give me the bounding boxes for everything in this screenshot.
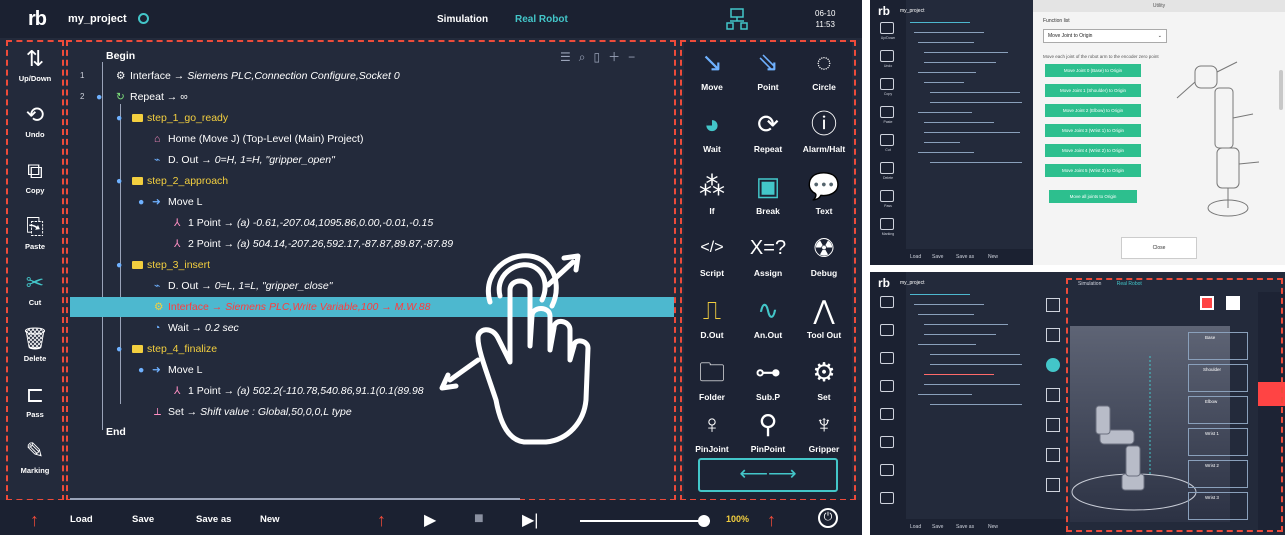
move-joint-base-button[interactable]: Move Joint 0 (Base) to Origin [1045,64,1141,77]
dialog-scrollbar[interactable] [1279,70,1283,110]
simulation-highlight [1066,278,1283,532]
dialog-title: Utility [1033,0,1285,12]
save-button[interactable]: Save [132,514,154,525]
figure-stage: rb my_project Simulation Real Robot 06-1… [0,0,1285,535]
move-joint-wrist3-button[interactable]: Move Joint 5 (Wrist 3) to Origin [1045,164,1141,177]
step-button[interactable]: ▶| [522,510,538,530]
mini-save: Save [932,254,944,260]
close-button[interactable]: Close [1121,237,1197,259]
top-bar: rb my_project Simulation Real Robot 06-1… [0,0,862,38]
function-select[interactable]: Move Joint to Origin ⌄ [1043,29,1167,43]
rb-logo: rb [28,8,47,30]
mini-program-tree [910,284,1040,444]
save-as-button[interactable]: Save as [196,514,231,525]
function-select-value: Move Joint to Origin [1048,33,1093,39]
move-joint-shoulder-button[interactable]: Move Joint 1 (Shoulder) to Origin [1045,84,1141,97]
power-icon: ⏻ [823,511,833,523]
pointer-arrow-icon: ↑ [30,510,39,530]
left-toolbar-highlight [6,40,64,501]
rb-logo: rb [878,4,890,18]
stop-icon: ■ [474,510,484,527]
pointer-arrow-icon: ↑ [377,510,386,530]
mini-bottom-bar: Load Save Save as New [870,249,1040,265]
mini-tool-label: Delete [882,176,894,180]
date-text: 06-10 [815,9,836,18]
time-text: 11:53 [815,20,835,29]
play-icon: ▶ [424,512,437,529]
mini-tool-label: Paste [883,120,893,124]
play-button[interactable]: ▶ [424,510,436,530]
tab-simulation[interactable]: Simulation [437,14,488,25]
mini-tool-label: Up/Down [880,36,896,40]
move-all-joints-button[interactable]: Move all joints to Origin [1049,190,1137,203]
mini-palette [1042,294,1066,518]
utility-dialog: Utility Function list Move Joint to Orig… [1033,0,1285,265]
mini-save-as: Save as [956,524,975,530]
move-joint-wrist2-button[interactable]: Move Joint 4 (Wrist 2) to Origin [1045,144,1141,157]
project-name[interactable]: my_project [68,13,127,25]
datetime: 06-10 11:53 [815,8,835,30]
mini-tool-label: Undo [883,64,893,68]
mini-tool-label: Marking [881,232,895,236]
move-joint-wrist1-button[interactable]: Move Joint 3 (Wrist 1) to Origin [1045,124,1141,137]
utility-screenshot: rb Up/Down Undo Copy Paste Cut Delete Pa… [870,0,1285,265]
speed-slider[interactable] [580,515,710,527]
mini-tool-label: Cut [885,148,891,152]
mini-tool-label: Copy [883,92,893,96]
main-screen: rb my_project Simulation Real Robot 06-1… [0,0,862,535]
move-joint-elbow-button[interactable]: Move Joint 2 (Elbow) to Origin [1045,104,1141,117]
network-icon[interactable] [726,8,748,30]
bottom-bar: Load Save Save as New ▶ ■ ▶| 100% ⏻ [0,500,862,535]
speed-value: 100% [726,514,750,524]
mini-new: New [988,524,999,530]
tree-highlight [66,40,676,501]
simulation-screenshot: rb my_project Simulation Real Robot Base… [870,272,1285,535]
mini-left-toolbar: rb Up/Down Undo Copy Paste Cut Delete Pa… [870,0,906,265]
palette-highlight [680,40,856,501]
chevron-down-icon: ⌄ [1157,33,1162,39]
step-icon: ▶| [522,512,539,529]
mini-save-as: Save as [956,254,975,260]
load-button[interactable]: Load [70,514,93,525]
project-status-icon [138,13,149,24]
mini-left-toolbar: rb [870,272,906,535]
tab-real-robot[interactable]: Real Robot [515,14,568,25]
function-list-label: Function list [1043,18,1070,24]
speed-slider-knob[interactable] [697,515,710,527]
stop-button[interactable]: ■ [474,510,484,528]
rb-logo: rb [878,276,890,290]
dialog-description: Move each joint of the robot arm to the … [1043,54,1159,59]
mini-program-tree [910,12,1030,172]
power-button[interactable]: ⏻ [818,508,838,528]
mini-load: Load [910,524,922,530]
mini-new: New [988,254,999,260]
pointer-arrow-icon: ↑ [767,510,776,530]
mini-load: Load [910,254,922,260]
mini-tool-label: Pass [884,204,892,208]
robot-arm-diagram [1176,61,1260,217]
mini-save: Save [932,524,944,530]
mini-bottom-bar: Load Save Save as New [870,519,1066,535]
new-button[interactable]: New [260,514,280,525]
